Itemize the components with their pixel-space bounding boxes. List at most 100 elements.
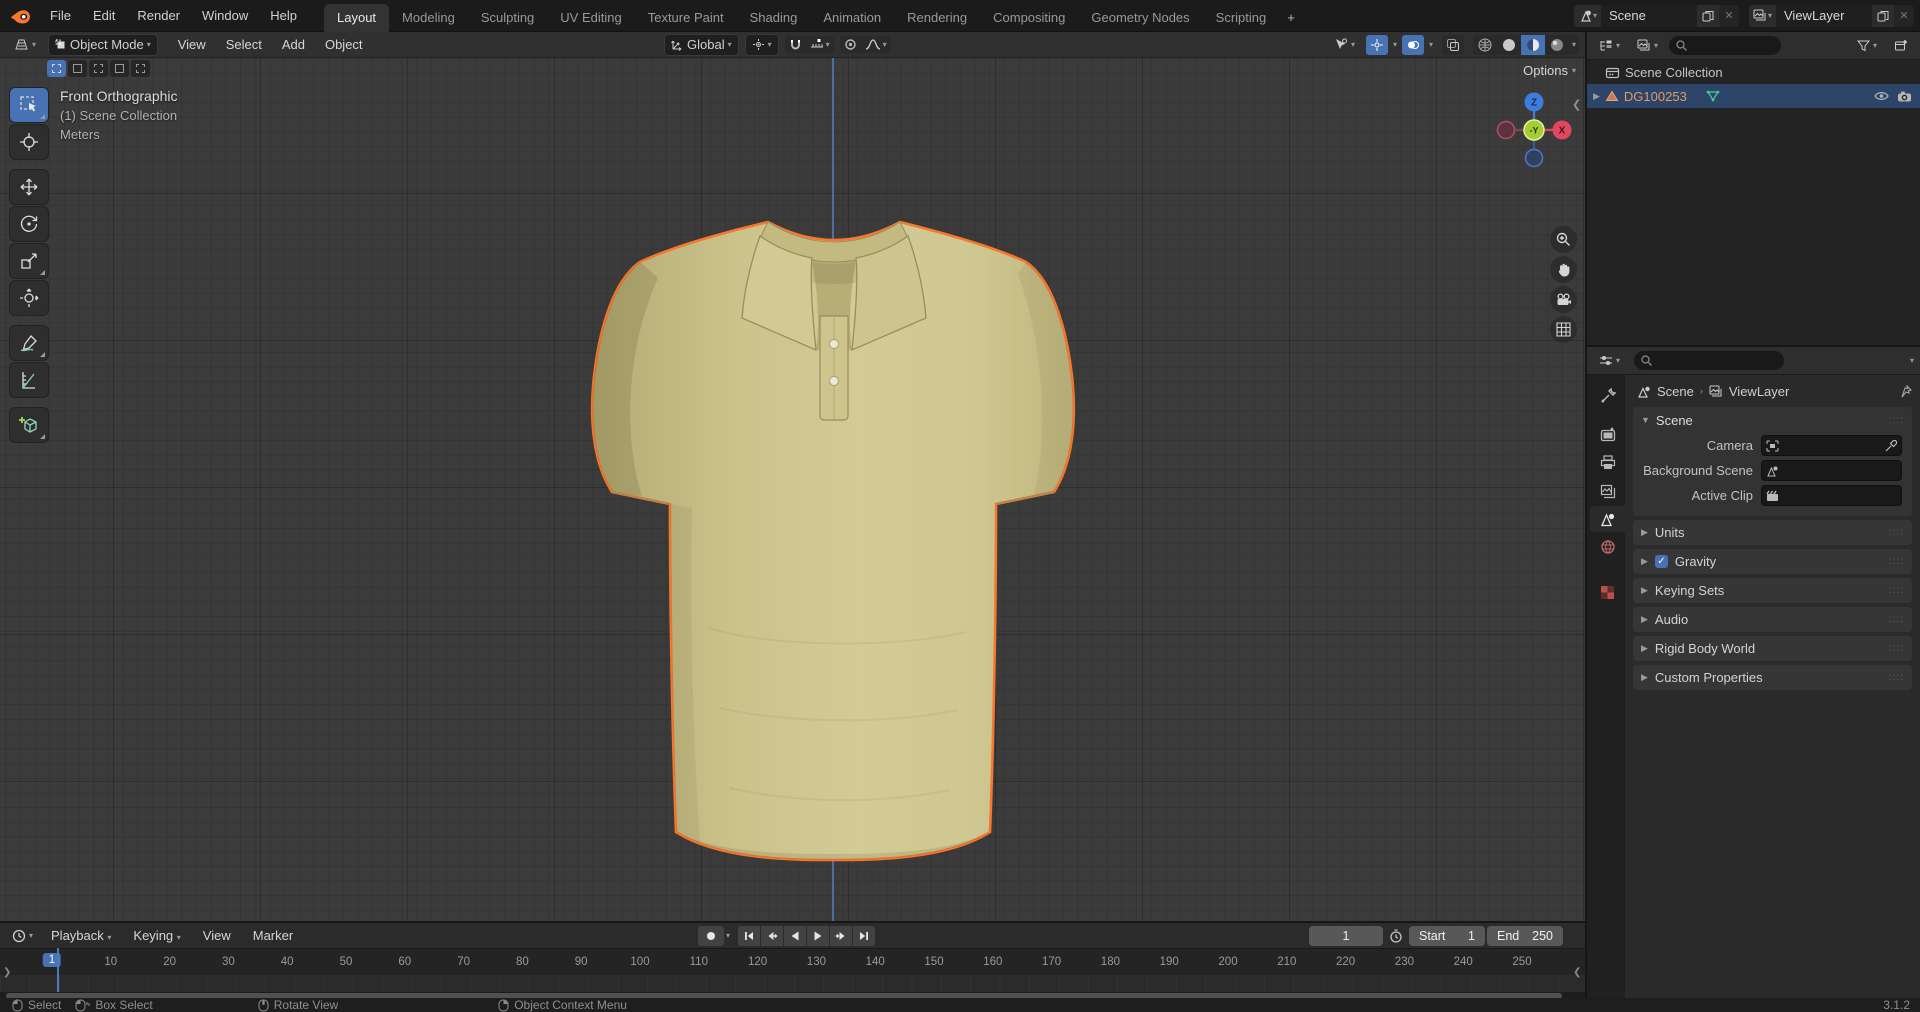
current-frame-field[interactable]: 1 <box>1309 925 1383 946</box>
frame-tick[interactable]: 190 <box>1160 956 1179 968</box>
tab-sculpting[interactable]: Sculpting <box>468 4 547 32</box>
tab-output-icon[interactable] <box>1590 449 1625 475</box>
outliner-row-object[interactable]: ▶ DG100253 <box>1587 84 1920 108</box>
frame-tick[interactable]: 120 <box>748 956 767 968</box>
xray-toggle[interactable] <box>1441 34 1464 55</box>
tool-measure[interactable] <box>10 363 48 397</box>
frame-tick[interactable]: 240 <box>1454 956 1473 968</box>
proportional-falloff-dropdown[interactable]: ▾ <box>861 36 891 53</box>
frame-tick[interactable]: 210 <box>1277 956 1296 968</box>
menu-select[interactable]: Select <box>216 37 272 52</box>
select-mode-subtract[interactable] <box>89 60 108 77</box>
section-gravity[interactable]: ▶ ✓ Gravity:::: <box>1633 549 1912 574</box>
object-visibility-dropdown[interactable]: ▾ <box>1328 34 1361 56</box>
show-gizmo-toggle[interactable] <box>1365 34 1388 55</box>
breadcrumb-scene[interactable]: Scene <box>1657 384 1694 399</box>
tab-modeling[interactable]: Modeling <box>389 4 468 32</box>
editor-type-viewport-icon[interactable]: ▾ <box>8 34 42 56</box>
viewlayer-browse-button[interactable]: ▾ <box>1748 4 1776 27</box>
frame-tick[interactable]: 100 <box>630 956 649 968</box>
jump-to-end-button[interactable] <box>853 925 876 946</box>
prev-keyframe-button[interactable] <box>761 925 784 946</box>
tab-animation[interactable]: Animation <box>810 4 894 32</box>
frame-tick[interactable]: 180 <box>1101 956 1120 968</box>
tool-annotate[interactable] <box>10 326 48 360</box>
editor-type-outliner-icon[interactable]: ▾ <box>1593 35 1626 57</box>
tab-compositing[interactable]: Compositing <box>980 4 1078 32</box>
camera-view-icon[interactable] <box>1550 286 1577 313</box>
tool-add-cube[interactable] <box>10 408 48 442</box>
properties-header-dropdown[interactable]: ▾ <box>1910 356 1914 365</box>
viewport-3d[interactable]: Front Orthographic (1) Scene Collection … <box>0 58 1585 921</box>
section-keying-sets[interactable]: ▶ Keying Sets:::: <box>1633 578 1912 603</box>
select-mode-extend[interactable] <box>68 60 87 77</box>
proportional-editing-toggle[interactable] <box>840 36 861 53</box>
frame-tick[interactable]: 20 <box>163 956 176 968</box>
frame-tick[interactable]: 90 <box>575 956 588 968</box>
section-rigid-body-world[interactable]: ▶ Rigid Body World:::: <box>1633 636 1912 661</box>
section-custom-properties[interactable]: ▶ Custom Properties:::: <box>1633 665 1912 690</box>
outliner-row-scene-collection[interactable]: Scene Collection <box>1587 60 1920 84</box>
tool-rotate[interactable] <box>10 207 48 241</box>
frame-tick[interactable]: 220 <box>1336 956 1355 968</box>
frame-tick[interactable]: 80 <box>516 956 529 968</box>
tab-uv-editing[interactable]: UV Editing <box>547 4 634 32</box>
frame-tick[interactable]: 110 <box>690 956 708 968</box>
menu-window[interactable]: Window <box>191 8 259 23</box>
tab-geometry-nodes[interactable]: Geometry Nodes <box>1078 4 1202 32</box>
tab-rendering[interactable]: Rendering <box>894 4 980 32</box>
properties-search-input[interactable] <box>1634 351 1785 370</box>
menu-help[interactable]: Help <box>259 8 308 23</box>
transform-orientation-dropdown[interactable]: Global ▾ <box>664 33 739 56</box>
breadcrumb-viewlayer[interactable]: ViewLayer <box>1729 384 1789 399</box>
menu-marker[interactable]: Marker <box>243 928 303 943</box>
viewlayer-name-field[interactable]: ViewLayer <box>1776 4 1872 27</box>
camera-field[interactable] <box>1761 435 1902 456</box>
frame-tick[interactable]: 30 <box>222 956 235 968</box>
menu-keying[interactable]: Keying ▾ <box>123 928 190 943</box>
editor-type-properties-icon[interactable]: ▾ <box>1593 350 1626 372</box>
snap-target-dropdown[interactable]: ▾ <box>806 36 834 53</box>
tab-tool-icon[interactable] <box>1590 383 1625 409</box>
tool-select-box[interactable] <box>10 88 48 122</box>
pivot-point-dropdown[interactable]: ▾ <box>744 33 779 56</box>
tab-layout[interactable]: Layout <box>324 3 390 32</box>
zoom-icon[interactable] <box>1550 226 1577 253</box>
frame-tick[interactable]: 130 <box>807 956 826 968</box>
viewlayer-copy-icon[interactable] <box>1872 4 1894 27</box>
overlays-dropdown[interactable]: ▾ <box>1429 40 1433 49</box>
expand-arrow-icon[interactable]: ▶ <box>1593 91 1600 102</box>
menu-file[interactable]: File <box>39 8 82 23</box>
section-audio[interactable]: ▶ Audio:::: <box>1633 607 1912 632</box>
play-reverse-button[interactable] <box>784 925 807 946</box>
frame-tick[interactable]: 50 <box>340 956 353 968</box>
editor-type-timeline-icon[interactable]: ▾ <box>6 925 39 947</box>
tab-render-icon[interactable] <box>1590 421 1625 447</box>
frame-tick[interactable]: 70 <box>457 956 470 968</box>
timeline-expand-left-icon[interactable]: ❯ <box>3 967 11 978</box>
frame-tick[interactable]: 230 <box>1395 956 1414 968</box>
tab-scene-icon[interactable] <box>1590 506 1625 532</box>
frame-tick[interactable]: 140 <box>866 956 885 968</box>
select-mode-new[interactable] <box>47 60 66 77</box>
keying-set-dropdown[interactable]: ▾ <box>726 931 730 940</box>
gizmo-dropdown[interactable]: ▾ <box>1393 40 1397 49</box>
end-frame-field[interactable]: End 250 <box>1487 925 1563 946</box>
object-name[interactable]: DG100253 <box>1624 89 1687 104</box>
menu-edit[interactable]: Edit <box>82 8 126 23</box>
menu-view[interactable]: View <box>168 37 216 52</box>
tab-texture-icon[interactable] <box>1590 579 1625 605</box>
frame-tick[interactable]: 170 <box>1042 956 1061 968</box>
pin-icon[interactable] <box>1900 384 1912 398</box>
tab-shading[interactable]: Shading <box>737 4 811 32</box>
tool-cursor[interactable] <box>10 125 48 159</box>
background-scene-field[interactable] <box>1761 460 1902 481</box>
playhead[interactable] <box>57 948 59 992</box>
scene-copy-icon[interactable] <box>1696 4 1719 27</box>
outliner-search-input[interactable] <box>1669 36 1782 55</box>
collection-name[interactable]: Scene Collection <box>1625 65 1723 80</box>
section-units[interactable]: ▶ Units:::: <box>1633 520 1912 545</box>
shading-rendered-button[interactable] <box>1545 35 1569 55</box>
frame-tick[interactable]: 250 <box>1512 956 1531 968</box>
active-clip-field[interactable] <box>1761 485 1902 506</box>
